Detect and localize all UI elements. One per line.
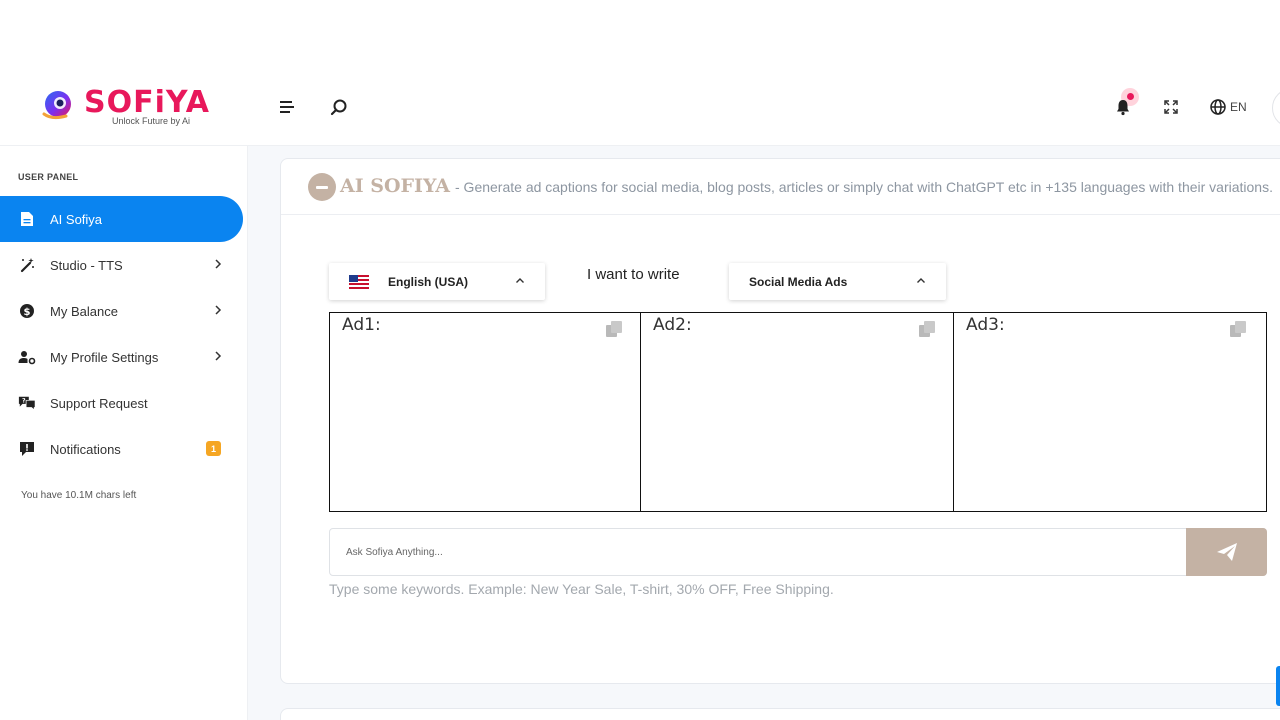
search-icon[interactable] [328,96,350,118]
svg-text:$: $ [24,307,31,318]
user-gear-icon [18,348,36,366]
top-header: SOFiYA Unlock Future by Ai EN [0,68,1280,146]
copy-icon[interactable] [917,319,937,339]
ad-label: Ad2: [653,315,692,335]
ad-label: Ad3: [966,315,1005,335]
card-title: AI SOFIYA [340,175,450,197]
sidebar-item-label: Support Request [50,395,148,411]
sidebar-item-label: Notifications [50,441,121,457]
app-page: SOFiYA Unlock Future by Ai EN USER PANEL [0,0,1280,720]
language-select-value: English (USA) [388,274,468,289]
content-type-select-value: Social Media Ads [749,274,848,289]
chevron-right-icon [215,305,222,315]
chars-left-text: You have 10.1M chars left [21,490,137,501]
dollar-coin-icon: $ [18,302,36,320]
card-header: AI SOFIYA - Generate ad captions for soc… [281,159,1280,215]
sidebar-item-label: Studio - TTS [50,257,123,273]
ad-output-box-3[interactable]: Ad3: [953,312,1267,512]
ask-bar [329,528,1267,576]
card-description: - Generate ad captions for social media,… [455,179,1273,195]
brand-logo[interactable]: SOFiYA Unlock Future by Ai [40,86,210,128]
globe-icon[interactable] [1207,96,1229,118]
us-flag-icon [349,274,369,289]
logo-mark-icon [42,91,71,120]
bell-icon[interactable] [1112,96,1134,118]
magic-wand-icon [18,256,36,274]
ai-sofiya-card: AI SOFIYA - Generate ad captions for soc… [280,158,1280,684]
chevron-up-icon [917,278,925,283]
send-button[interactable] [1186,528,1267,576]
sidebar-item-studio-tts[interactable]: Studio - TTS [0,242,243,288]
chevron-up-icon [516,278,524,283]
svg-text:?: ? [22,398,26,405]
paper-plane-icon [1216,543,1237,561]
fullscreen-icon[interactable] [1160,96,1182,118]
want-to-write-label: I want to write [587,266,680,283]
logo-tagline: Unlock Future by Ai [112,116,191,126]
next-card-edge [280,708,1280,720]
sidebar-item-my-profile-settings[interactable]: My Profile Settings [0,334,243,380]
sidebar-item-label: My Profile Settings [50,349,159,365]
copy-icon[interactable] [604,319,624,339]
alert-message-icon [18,440,36,458]
document-icon [18,210,36,228]
keywords-hint: Type some keywords. Example: New Year Sa… [329,581,834,597]
main-content: AI SOFIYA - Generate ad captions for soc… [248,146,1280,720]
notifications-count-badge: 1 [206,441,221,456]
sidebar-item-notifications[interactable]: Notifications 1 [0,426,243,472]
collapse-minus-icon[interactable] [308,173,336,201]
ask-input[interactable] [330,529,1186,575]
language-selector[interactable]: EN [1230,100,1247,114]
chevron-right-icon [215,259,222,269]
hamburger-menu-icon[interactable] [276,96,298,118]
sidebar-item-support-request[interactable]: ? Support Request [0,380,243,426]
sidebar-item-label: AI Sofiya [50,211,103,227]
sidebar-section-label: USER PANEL [18,172,79,182]
ad-label: Ad1: [342,315,381,335]
logo-wordmark: SOFiYA [84,85,210,120]
sidebar: USER PANEL AI Sofiya Studio - TTS $ My B… [0,146,248,720]
sidebar-item-ai-sofiya[interactable]: AI Sofiya [0,196,243,242]
chat-question-icon: ? [18,394,36,412]
scroll-to-top-button[interactable] [1276,666,1280,706]
sidebar-item-label: My Balance [50,303,118,319]
chevron-right-icon [215,351,222,361]
copy-icon[interactable] [1228,319,1248,339]
content-type-select[interactable]: Social Media Ads [729,263,946,300]
ad-output-box-2[interactable]: Ad2: [640,312,955,512]
user-avatar[interactable] [1272,88,1280,128]
sidebar-item-my-balance[interactable]: $ My Balance [0,288,243,334]
language-select[interactable]: English (USA) [329,263,545,300]
ad-output-box-1[interactable]: Ad1: [329,312,642,512]
